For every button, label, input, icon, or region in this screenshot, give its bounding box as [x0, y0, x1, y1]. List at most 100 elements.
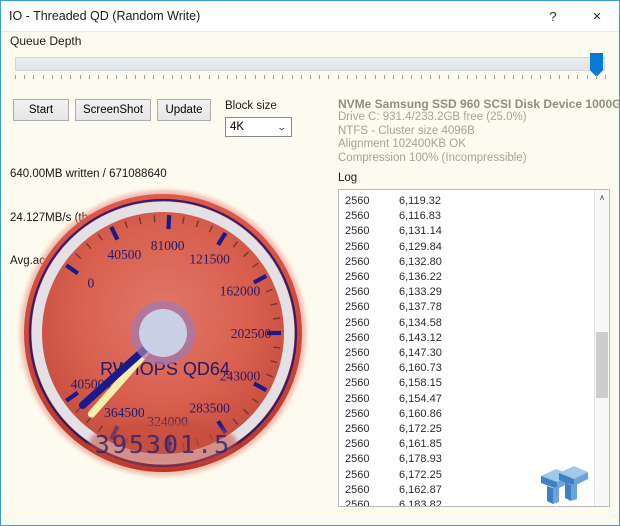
update-button[interactable]: Update	[157, 99, 211, 121]
io-benchmark-window: IO - Threaded QD (Random Write) ? × Queu…	[0, 0, 620, 526]
slider-tick	[107, 75, 109, 79]
slider-tick	[116, 75, 118, 79]
log-value: 6,154.47	[399, 392, 442, 405]
start-button[interactable]: Start	[13, 99, 69, 121]
block-size-value: 4K	[230, 121, 245, 133]
slider-tick	[24, 75, 26, 79]
slider-tick	[144, 75, 146, 79]
svg-text:121500: 121500	[189, 251, 230, 266]
log-blocks: 2560	[345, 331, 370, 344]
slider-tick	[586, 75, 588, 79]
slider-tick	[374, 75, 376, 79]
slider-tick	[61, 75, 63, 79]
log-row: 2560 6,160.86	[345, 407, 594, 422]
svg-text:81000: 81000	[151, 238, 185, 253]
slider-thumb[interactable]	[590, 53, 603, 77]
log-value: 6,158.15	[399, 377, 442, 390]
screenshot-button[interactable]: ScreenShot	[75, 99, 151, 121]
slider-tick	[356, 75, 358, 79]
log-blocks: 2560	[345, 301, 370, 314]
svg-text:202500: 202500	[231, 326, 272, 341]
slider-tick	[15, 75, 16, 79]
log-blocks: 2560	[345, 423, 370, 436]
log-value: 6,183.82	[399, 499, 442, 506]
slider-tick	[33, 75, 35, 79]
log-blocks: 2560	[345, 499, 370, 506]
log-value: 6,160.86	[399, 407, 442, 420]
log-row: 2560 6,116.83	[345, 209, 594, 224]
slider-tick	[190, 75, 192, 79]
log-value: 6,131.14	[399, 225, 442, 238]
svg-text:40500: 40500	[108, 247, 142, 262]
slider-tick	[171, 75, 173, 79]
log-blocks: 2560	[345, 438, 370, 451]
log-blocks: 2560	[345, 362, 370, 375]
slider-tick	[236, 75, 238, 79]
svg-text:364500: 364500	[104, 405, 145, 420]
log-row: 2560 6,136.22	[345, 270, 594, 285]
slider-tick	[51, 75, 53, 79]
log-blocks: 2560	[345, 468, 370, 481]
gauge-graphic: 0405008100012150016200020250024300028350…	[20, 190, 306, 476]
slider-tick	[245, 75, 247, 79]
slider-tick	[310, 75, 311, 79]
log-blocks: 2560	[345, 286, 370, 299]
slider-tick	[402, 75, 404, 79]
slider-tick	[429, 75, 431, 79]
device-alignment: Alignment 102400KB OK	[338, 138, 466, 150]
log-row: 2560 6,119.32	[345, 194, 594, 209]
log-value: 6,133.29	[399, 286, 442, 299]
log-row: 2560 6,143.12	[345, 331, 594, 346]
slider-tick	[263, 75, 265, 79]
scroll-up-icon[interactable]: ∧	[595, 190, 609, 205]
block-size-label: Block size	[225, 100, 277, 112]
slider-tick	[328, 75, 330, 79]
device-title: NVMe Samsung SSD 960 SCSI Disk Device 10…	[338, 97, 619, 111]
log-blocks: 2560	[345, 255, 370, 268]
slider-tick	[383, 75, 385, 79]
slider-tick	[494, 75, 496, 79]
log-value: 6,160.73	[399, 362, 442, 375]
log-value: 6,116.83	[399, 210, 442, 223]
log-row: 2560 6,132.80	[345, 255, 594, 270]
svg-text:395301.5: 395301.5	[95, 430, 231, 459]
slider-tick	[282, 75, 284, 79]
queue-depth-slider[interactable]	[10, 53, 609, 83]
log-row: 2560 6,178.93	[345, 452, 594, 467]
slider-tick	[346, 75, 348, 79]
log-value: 6,119.32	[399, 195, 442, 207]
log-row: 2560 6,129.84	[345, 240, 594, 255]
slider-tick	[475, 75, 477, 79]
slider-tick	[485, 75, 487, 79]
log-blocks: 2560	[345, 453, 370, 466]
log-label: Log	[338, 172, 358, 184]
slider-tick	[448, 75, 450, 79]
slider-track[interactable]	[15, 57, 605, 71]
slider-tick	[522, 75, 524, 79]
log-value: 6,161.85	[399, 438, 442, 451]
slider-tick	[466, 75, 468, 79]
device-filesystem: NTFS - Cluster size 4096B	[338, 124, 475, 137]
log-value: 6,172.25	[399, 423, 442, 436]
log-blocks: 2560	[345, 347, 370, 360]
log-value: 6,147.30	[399, 347, 442, 360]
log-scrollbar[interactable]: ∧	[594, 190, 609, 506]
scrollbar-thumb[interactable]	[596, 332, 608, 398]
close-icon[interactable]: ×	[575, 1, 619, 31]
slider-tick	[208, 75, 210, 79]
log-list[interactable]: 2560 6,119.32 2560 6,116.83 2560 6,131.14 2560…	[339, 190, 594, 506]
slider-tick	[217, 75, 219, 79]
queue-depth-label: Queue Depth	[10, 34, 82, 48]
log-panel: 2560 6,119.32 2560 6,116.83 2560 6,131.14 2560…	[338, 189, 610, 507]
slider-tick	[153, 75, 155, 79]
slider-tick	[595, 75, 597, 79]
log-row: 2560 6,154.47	[345, 392, 594, 407]
help-icon[interactable]: ?	[531, 1, 575, 31]
slider-tick	[512, 75, 514, 79]
log-value: 6,178.93	[399, 453, 442, 466]
slider-tick	[503, 75, 505, 79]
block-size-select[interactable]: 4K ⌄	[225, 117, 292, 137]
log-row: 2560 6,134.58	[345, 316, 594, 331]
slider-tick	[319, 75, 321, 79]
slider-tick	[531, 75, 533, 79]
